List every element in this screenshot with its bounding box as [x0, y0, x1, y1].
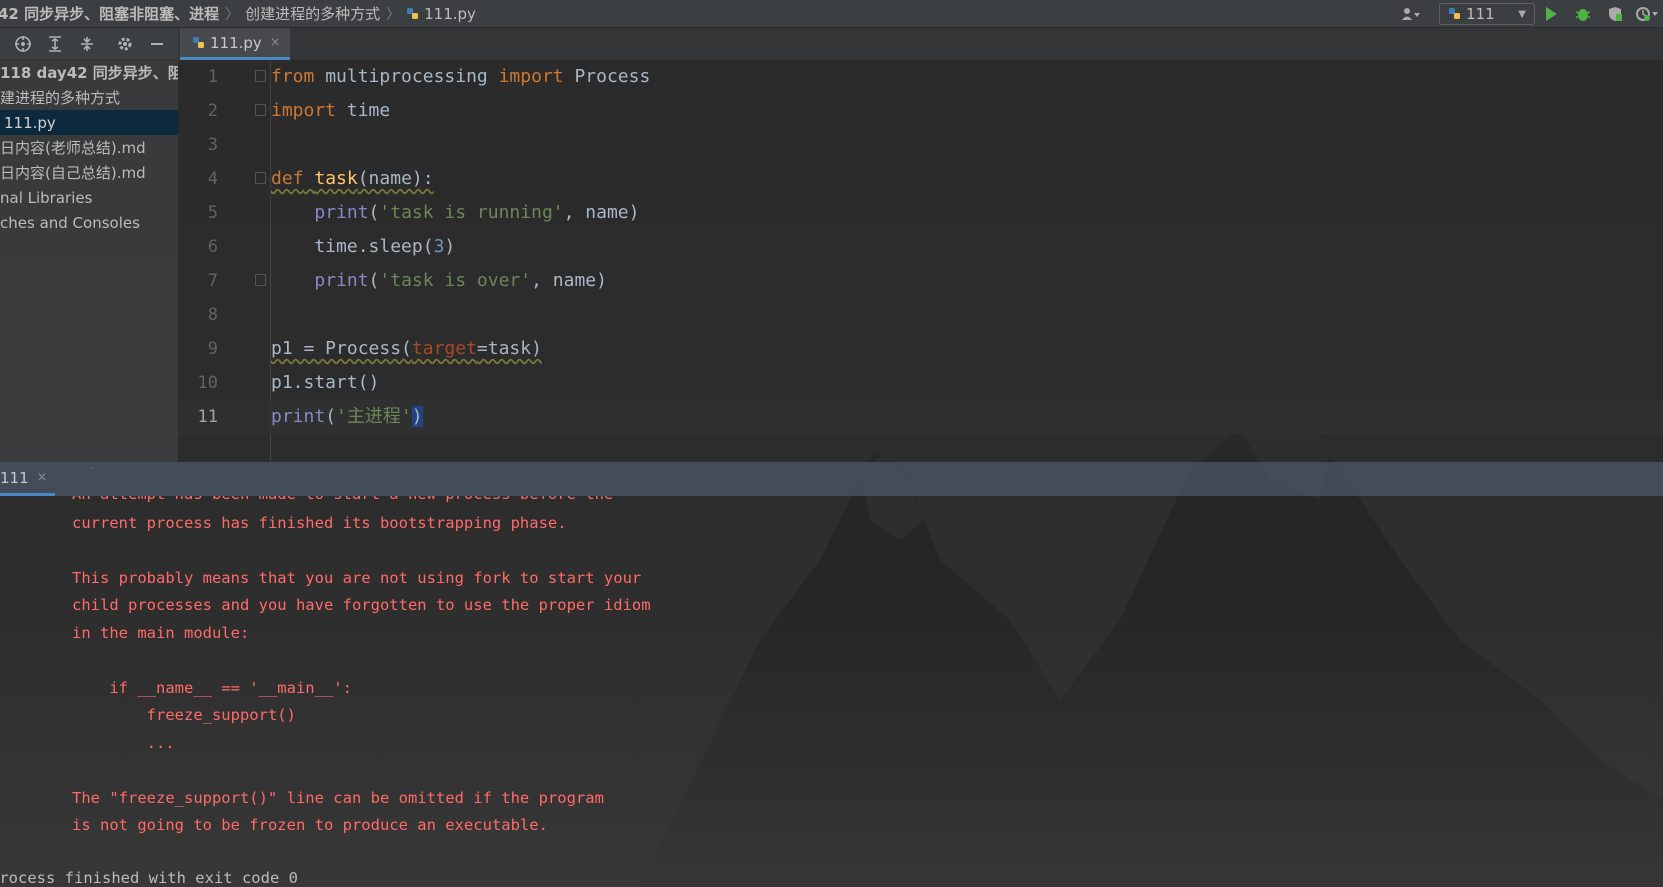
console-line: This probably means that you are not usi…	[72, 569, 642, 587]
tree-item-external-libraries[interactable]: nal Libraries	[0, 185, 178, 210]
python-icon	[1449, 8, 1460, 19]
python-file-icon	[407, 7, 419, 19]
run-tab-111[interactable]: 111 ×	[0, 462, 55, 496]
code-line[interactable]: 1 from multiprocessing import Process	[178, 60, 1663, 94]
tree-item-label: nal Libraries	[0, 188, 93, 207]
fold-icon[interactable]	[255, 104, 266, 116]
run-panel-header: 111 × ·	[0, 462, 1663, 496]
console-line: The "freeze_support()" line can be omitt…	[72, 789, 604, 807]
navigation-bar: 42 同步异步、阻塞非阻塞、进程 〉 创建进程的多种方式 〉 111.py 11…	[0, 0, 1663, 28]
run-configuration-dropdown[interactable]: 111 ▼	[1439, 3, 1535, 25]
code-line-current[interactable]: 11 print('主进程')	[178, 400, 1663, 434]
code-line[interactable]: 8	[178, 298, 1663, 332]
project-tree: 118 day42 同步异步、阻塞 建进程的多种方式 111.py 日内容(老师…	[0, 60, 178, 462]
editor-tab-strip: 111.py ×	[178, 28, 1663, 60]
breadcrumb-item-file[interactable]: 111.py	[406, 5, 476, 23]
console-line: An attempt has been made to start a new …	[72, 496, 613, 504]
chevron-down-icon: ▼	[1518, 8, 1526, 20]
line-number: 10	[197, 373, 218, 393]
breadcrumb-separator-icon: 〉	[386, 6, 401, 23]
code-line[interactable]: 7 print('task is over', name)	[178, 264, 1663, 298]
code-line[interactable]: 10 p1.start()	[178, 366, 1663, 400]
console-line: if __name__ == '__main__':	[72, 679, 352, 697]
line-number: 7	[207, 271, 218, 291]
fold-icon[interactable]	[255, 70, 266, 82]
line-number: 3	[207, 135, 218, 155]
code-line[interactable]: 6 time.sleep(3)	[178, 230, 1663, 264]
code-line[interactable]: 3	[178, 128, 1663, 162]
code-text: print('task is over', name)	[314, 270, 607, 291]
breadcrumb: 42 同步异步、阻塞非阻塞、进程 〉 创建进程的多种方式 〉 111.py	[0, 3, 476, 24]
code-text: print('主进程')	[271, 406, 423, 427]
console-line: ...	[72, 734, 175, 752]
line-number: 9	[207, 339, 218, 359]
breadcrumb-item-folder[interactable]: 42 同步异步、阻塞非阻塞、进程	[0, 3, 219, 24]
collapse-all-icon[interactable]	[76, 33, 98, 55]
expand-all-icon[interactable]	[44, 33, 66, 55]
code-text: def task(name):	[271, 168, 434, 189]
line-number: 1	[207, 67, 218, 87]
tree-item-file-md-self[interactable]: 日内容(自己总结).md	[0, 160, 178, 185]
code-text: print('task is running', name)	[314, 202, 640, 223]
fold-icon[interactable]	[255, 274, 266, 286]
tree-item-label: 日内容(老师总结).md	[0, 139, 146, 157]
tab-label: 111.py	[210, 33, 262, 52]
tree-item-file-111-py[interactable]: 111.py	[0, 110, 178, 135]
tree-item-file-md-teacher[interactable]: 日内容(老师总结).md	[0, 135, 178, 160]
console-line: current process has finished its bootstr…	[72, 514, 567, 532]
breadcrumb-file-label: 111.py	[424, 4, 476, 23]
code-text: from multiprocessing import Process	[271, 66, 651, 87]
run-console[interactable]: An attempt has been made to start a new …	[0, 496, 1663, 887]
tab-111-py[interactable]: 111.py ×	[180, 28, 290, 60]
line-number: 4	[207, 169, 218, 189]
code-line[interactable]: 2 import time	[178, 94, 1663, 128]
console-exit-line: Process finished with exit code 0	[0, 869, 298, 887]
console-line: child processes and you have forgotten t…	[72, 596, 651, 614]
navbar-actions: 111 ▼	[1393, 0, 1663, 28]
run-icon[interactable]	[1535, 0, 1567, 28]
code-text: import time	[271, 100, 391, 121]
console-line: in the main module:	[72, 624, 250, 642]
line-number: 6	[207, 237, 218, 257]
code-text: p1.start()	[271, 372, 380, 393]
breadcrumb-separator-icon: 〉	[225, 6, 240, 23]
code-text: p1 = Process(target=task)	[271, 338, 542, 359]
line-number: 2	[207, 101, 218, 121]
tree-item-label: 建进程的多种方式	[0, 89, 121, 107]
tree-item-label: ches and Consoles	[0, 213, 140, 232]
line-number: 5	[207, 203, 218, 223]
locate-file-icon[interactable]	[12, 33, 34, 55]
code-line[interactable]: 9 p1 = Process(target=task)	[178, 332, 1663, 366]
breadcrumb-item-subfolder[interactable]: 创建进程的多种方式	[245, 3, 380, 24]
coverage-icon[interactable]	[1599, 0, 1631, 28]
tree-item-label: 日内容(自己总结).md	[0, 164, 146, 182]
gear-icon[interactable]	[114, 33, 136, 55]
tree-item-scratches-consoles[interactable]: ches and Consoles	[0, 210, 178, 235]
debug-icon[interactable]	[1567, 0, 1599, 28]
python-file-icon	[193, 36, 204, 48]
tree-item-label: 118 day42 同步异步、阻塞	[0, 64, 178, 82]
run-tab-label: 111	[0, 468, 29, 487]
fold-icon[interactable]	[255, 172, 266, 184]
console-line: freeze_support()	[72, 706, 296, 724]
project-toolbar	[0, 28, 178, 60]
line-number: 8	[207, 305, 218, 325]
tree-item-project-folder[interactable]: 118 day42 同步异步、阻塞	[0, 60, 178, 85]
code-text: time.sleep(3)	[271, 236, 456, 257]
close-icon[interactable]: ×	[270, 35, 281, 50]
code-editor[interactable]: 1 from multiprocessing import Process 2 …	[178, 60, 1663, 462]
close-icon[interactable]: ×	[37, 470, 48, 485]
run-configuration-label: 111	[1466, 5, 1495, 23]
panel-divider-icon: ·	[90, 464, 94, 475]
tree-item-label: 111.py	[4, 113, 56, 132]
tree-item-folder[interactable]: 建进程的多种方式	[0, 85, 178, 110]
console-line: is not going to be frozen to produce an …	[72, 816, 548, 834]
code-line[interactable]: 5 print('task is running', name)	[178, 196, 1663, 230]
line-number: 11	[197, 407, 218, 427]
profile-icon[interactable]	[1631, 0, 1663, 28]
minimize-icon[interactable]	[146, 33, 168, 55]
code-line[interactable]: 4 def task(name):	[178, 162, 1663, 196]
matched-bracket: )	[411, 406, 423, 427]
user-account-icon[interactable]	[1393, 0, 1431, 28]
